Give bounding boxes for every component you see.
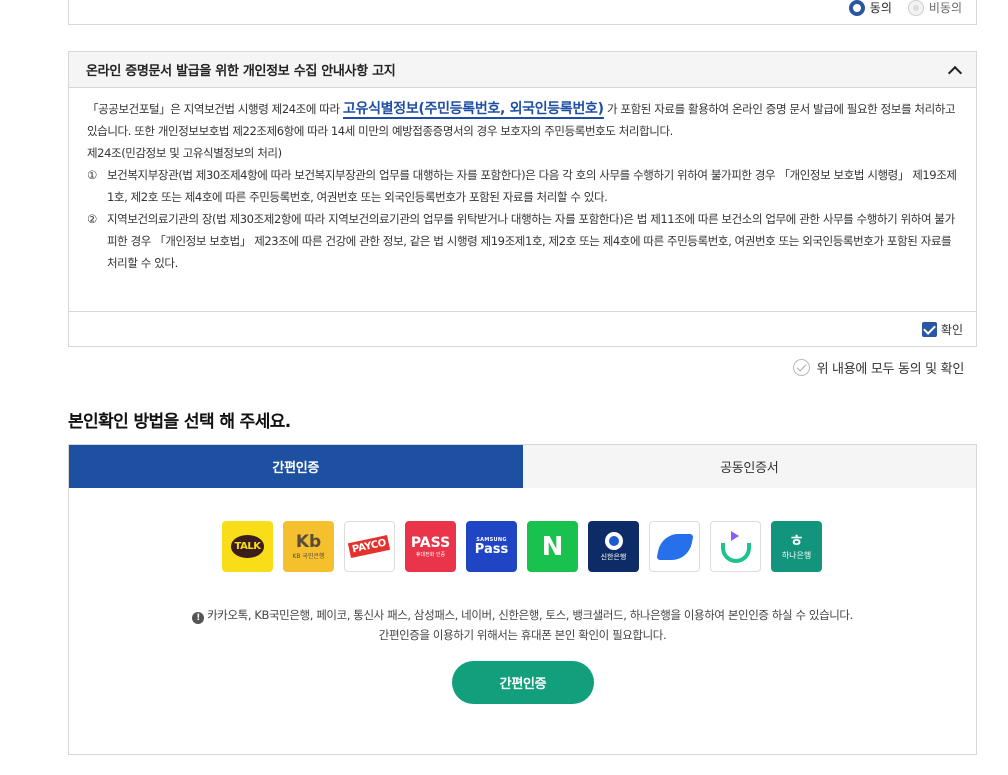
kakao-logo-text: TALK <box>230 535 265 558</box>
auth-method-tabs: 간편인증 공동인증서 <box>68 444 977 489</box>
info-line-1: ! 카카오톡, KB국민은행, 페이코, 통신사 패스, 삼성패스, 네이버, 신… <box>69 605 976 625</box>
shinhan-bank-icon[interactable]: 신한은행 <box>588 521 639 572</box>
article-title: 제24조(민감정보 및 고유식별정보의 처리) <box>87 146 282 160</box>
agree-radio[interactable]: 동의 <box>848 0 892 16</box>
banksalad-icon[interactable] <box>710 521 761 572</box>
kb-logo-sub: KB 국민은행 <box>292 553 325 560</box>
list-item: ① 보건복지부장관(법 제30조제4항에 따라 보건복지부장관의 업무를 대행하… <box>87 164 958 208</box>
circle-check-icon <box>792 359 810 376</box>
hana-logo-mark: ㅎ <box>789 531 804 550</box>
radio-selected-icon <box>848 0 865 16</box>
notice-title: 온라인 증명문서 발급을 위한 개인정보 수집 안내사항 고지 <box>86 64 396 79</box>
exclamation-icon: ! <box>192 612 205 624</box>
list-item: ② 지역보건의료기관의 장(법 제30조제2항에 따라 지역보건의료기관의 업무… <box>87 208 958 274</box>
naver-logo-text: N <box>541 531 564 562</box>
disagree-radio-label: 비동의 <box>928 1 962 15</box>
provider-list: TALK Kb KB 국민은행 PAYCO PASS 휴대전화 인증 SAMSU… <box>222 521 822 572</box>
info-line-2: 간편인증을 이용하기 위해서는 휴대폰 본인 확인이 필요합니다. <box>378 628 667 642</box>
consent-radio-group: 동의 비동의 <box>848 0 962 16</box>
kb-logo-text: Kb <box>295 532 322 552</box>
confirm-checkbox[interactable] <box>921 321 937 337</box>
banksalad-logo-mark <box>720 530 751 563</box>
hana-logo-text: 하나은행 <box>781 551 812 560</box>
samsung-logo-text: Pass <box>474 541 509 557</box>
pass-icon[interactable]: PASS 휴대전화 인증 <box>405 521 456 572</box>
toss-icon[interactable] <box>649 521 700 572</box>
agree-all-label: 위 내용에 모두 동의 및 확인 <box>816 362 965 377</box>
simple-auth-button[interactable]: 간편인증 <box>452 661 594 704</box>
notice-footer: 확인 <box>69 311 976 346</box>
naver-icon[interactable]: N <box>527 521 578 572</box>
notice-content: 「공공보건포털」은 지역보건법 시행령 제24조에 따라 고유식별정보(주민등록… <box>69 88 976 311</box>
tab-joint-certificate[interactable]: 공동인증서 <box>522 445 976 488</box>
simple-auth-panel: TALK Kb KB 국민은행 PAYCO PASS 휴대전화 인증 SAMSU… <box>68 488 977 755</box>
samsung-pass-icon[interactable]: SAMSUNG Pass <box>466 521 517 572</box>
section-title: 본인확인 방법을 선택 해 주세요. <box>68 412 291 432</box>
unique-id-highlight: 고유식별정보(주민등록번호, 외국인등록번호) <box>342 101 604 119</box>
kb-bank-icon[interactable]: Kb KB 국민은행 <box>283 521 334 572</box>
privacy-notice-panel: 온라인 증명문서 발급을 위한 개인정보 수집 안내사항 고지 「공공보건포털」… <box>68 51 977 347</box>
payco-logo-text: PAYCO <box>348 534 391 559</box>
item-number: ① <box>87 168 97 182</box>
pass-logo-text: PASS <box>410 534 451 551</box>
agree-all-toggle[interactable]: 위 내용에 모두 동의 및 확인 <box>792 358 965 377</box>
confirm-label: 확인 <box>940 322 963 337</box>
toss-logo-mark <box>655 533 694 560</box>
notice-header[interactable]: 온라인 증명문서 발급을 위한 개인정보 수집 안내사항 고지 <box>69 52 976 88</box>
kakao-icon[interactable]: TALK <box>222 521 273 572</box>
item-text: 보건복지부장관(법 제30조제4항에 따라 보건복지부장관의 업무를 대행하는 … <box>107 168 957 204</box>
payco-icon[interactable]: PAYCO <box>344 521 395 572</box>
chevron-up-icon[interactable] <box>948 63 962 77</box>
pass-logo-sub: 휴대전화 인증 <box>415 551 446 558</box>
notice-intro: 「공공보건포털」은 지역보건법 시행령 제24조에 따라 고유식별정보(주민등록… <box>87 98 958 142</box>
auth-info: ! 카카오톡, KB국민은행, 페이코, 통신사 패스, 삼성패스, 네이버, 신… <box>69 605 976 645</box>
item-number: ② <box>87 212 97 226</box>
radio-unselected-icon <box>907 0 924 16</box>
shinhan-logo-text: 신한은행 <box>600 552 627 561</box>
hana-bank-icon[interactable]: ㅎ 하나은행 <box>771 521 822 572</box>
info-line-1-text: 카카오톡, KB국민은행, 페이코, 통신사 패스, 삼성패스, 네이버, 신한… <box>207 608 853 622</box>
disagree-radio[interactable]: 비동의 <box>907 0 962 16</box>
tab-simple-auth[interactable]: 간편인증 <box>69 445 523 488</box>
agree-radio-label: 동의 <box>869 1 892 15</box>
intro-text-pre: 「공공보건포털」은 지역보건법 시행령 제24조에 따라 <box>87 102 343 116</box>
item-text: 지역보건의료기관의 장(법 제30조제2항에 따라 지역보건의료기관의 업무를 … <box>107 212 955 270</box>
shinhan-logo-mark <box>604 531 623 550</box>
prev-consent-box: 동의 비동의 <box>68 0 977 25</box>
